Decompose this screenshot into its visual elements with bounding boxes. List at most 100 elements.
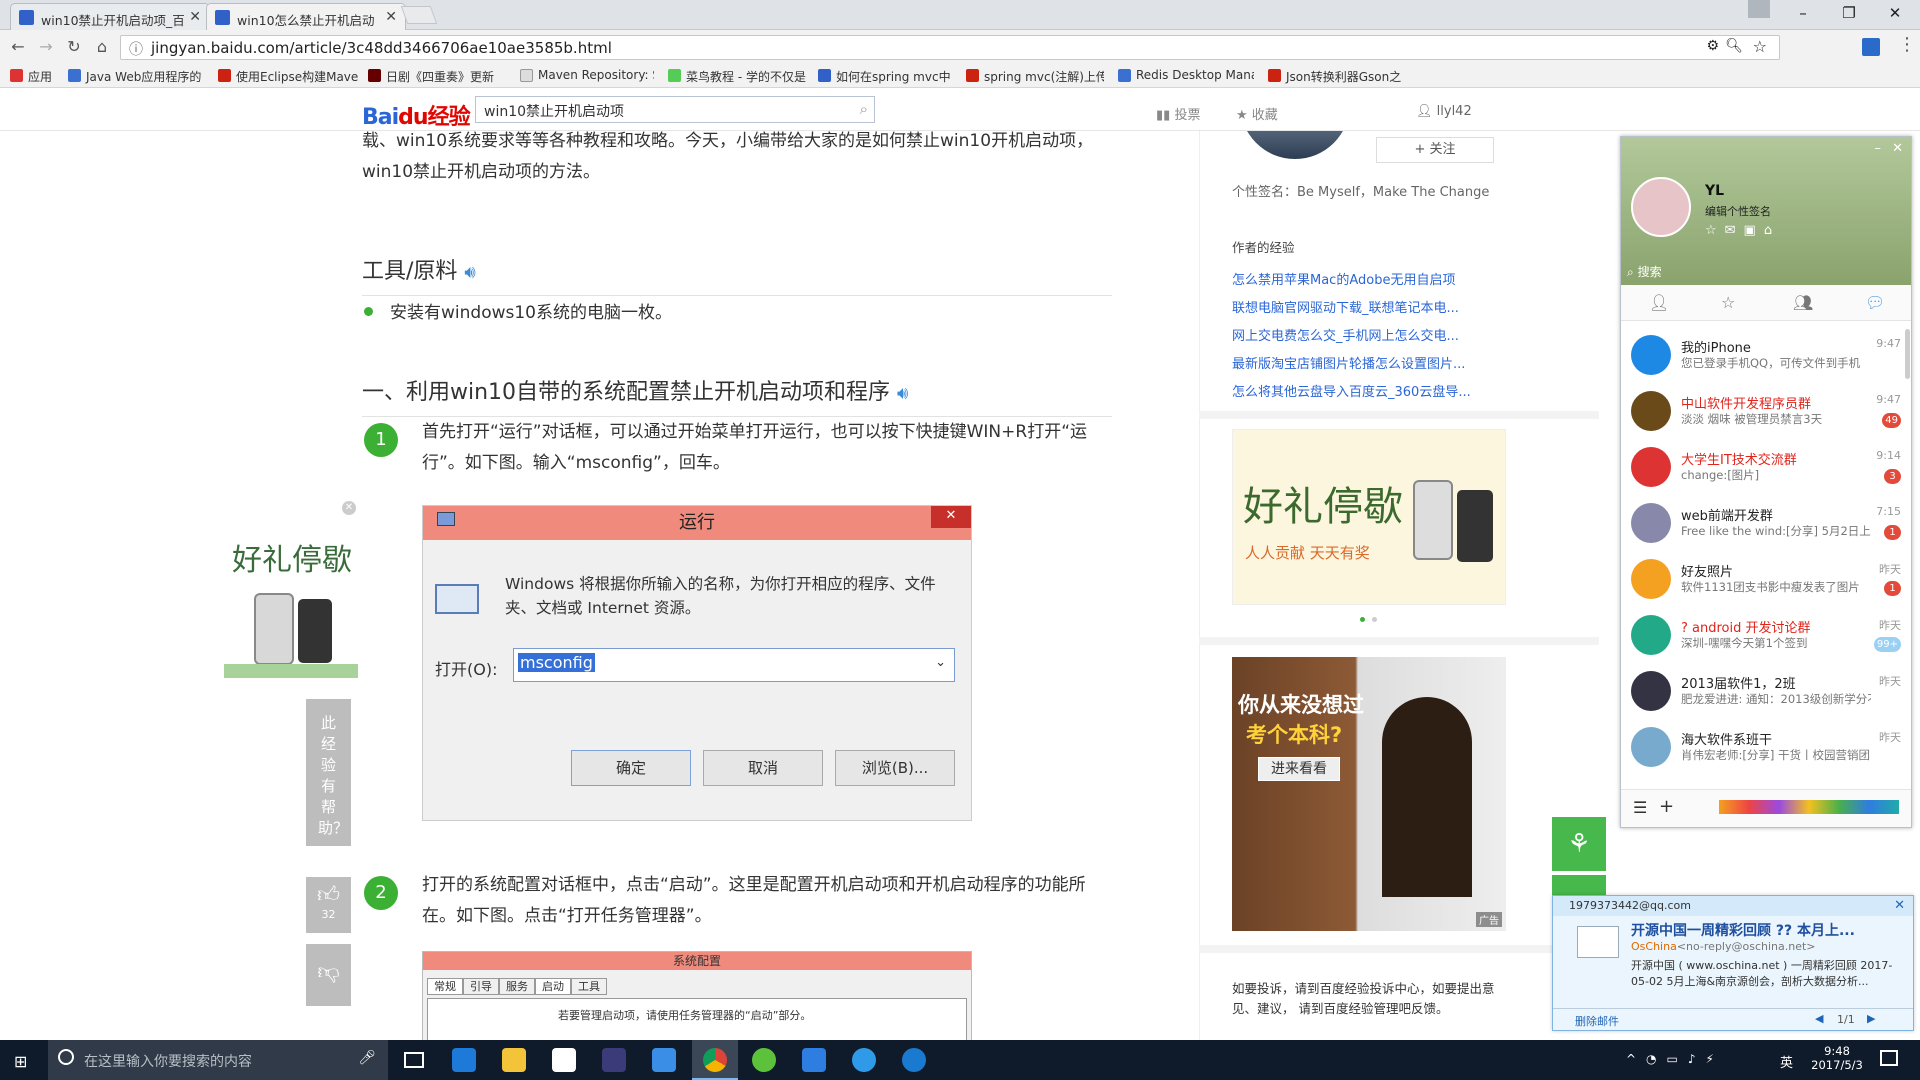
- windows-start-icon[interactable]: ⊞: [14, 1052, 27, 1071]
- qq-signature[interactable]: 编辑个性签名: [1705, 203, 1771, 219]
- author-exp-link[interactable]: 怎么将其他云盘导入百度云_360云盘导...: [1232, 381, 1471, 400]
- qq-chat-row[interactable]: 海大软件系班干 肖伟宏老师:[分享] 干货丨校园营销团 昨天: [1621, 721, 1911, 777]
- bookmark-item[interactable]: spring mvc(注解)上传: [966, 68, 1104, 86]
- qq-scrollbar[interactable]: [1905, 329, 1910, 379]
- author-exp-link[interactable]: 怎么禁用苹果Mac的Adobe无用自启项: [1232, 269, 1455, 288]
- app-shortcuts-icons[interactable]: [1719, 800, 1899, 814]
- carousel-dot-active[interactable]: [1360, 617, 1365, 622]
- browser-tab-1[interactable]: win10禁止开机启动项_百 ✕: [10, 3, 210, 30]
- close-window-button[interactable]: ✕: [1872, 0, 1918, 28]
- qq-chat-row[interactable]: 2013届软件1，2班 肥龙爱进进: 通知：2013级创新学分不够 昨天: [1621, 665, 1911, 721]
- author-exp-link[interactable]: 联想电脑官网驱动下载_联想笔记本电...: [1232, 297, 1459, 316]
- groups-tab-icon[interactable]: 👥︎: [1793, 293, 1813, 312]
- contacts-tab-icon[interactable]: 👤︎: [1649, 293, 1669, 312]
- profile-icon[interactable]: [1748, 0, 1770, 18]
- qq-chat-row[interactable]: 我的iPhone 您已登录手机QQ，可传文件到手机 9:47: [1621, 329, 1911, 385]
- address-bar[interactable]: ⓘ jingyan.baidu.com/article/3c48dd346670…: [120, 35, 1780, 60]
- edge-icon[interactable]: [452, 1048, 476, 1072]
- speaker-icon[interactable]: 🔊︎: [464, 262, 475, 283]
- thumbs-down-icon[interactable]: 👎︎: [306, 944, 351, 1006]
- qq-nickname[interactable]: YL: [1705, 183, 1724, 199]
- system-tray-icons[interactable]: ^◔▭♪⚡: [1626, 1052, 1724, 1066]
- bookmark-item[interactable]: Json转换利器Gson之: [1268, 68, 1404, 86]
- extension-icon[interactable]: ⚙: [1706, 38, 1719, 54]
- bookmark-item[interactable]: 菜鸟教程 - 学的不仅是: [668, 68, 806, 86]
- author-exp-link[interactable]: 网上交电费怎么交_手机网上怎么交电...: [1232, 325, 1459, 344]
- sidebar-ad-1[interactable]: 好礼停歇 人人贡献 天天有奖: [1232, 429, 1506, 605]
- ad-2-button[interactable]: 进来看看: [1258, 757, 1340, 781]
- bookmark-apps[interactable]: 应用: [10, 68, 60, 86]
- taskbar-search[interactable]: 在这里输入你要搜索的内容 🎤︎: [48, 1040, 388, 1080]
- app-icon[interactable]: [652, 1048, 676, 1072]
- baidu-jingyan-logo[interactable]: Baidu经验: [362, 99, 471, 131]
- microphone-icon[interactable]: 🎤︎: [358, 1050, 376, 1066]
- messages-tab-icon[interactable]: 💬︎: [1865, 293, 1885, 312]
- bookmark-item[interactable]: 日剧《四重奏》更新: [368, 68, 502, 86]
- qq-chat-row[interactable]: 大学生IT技术交流群 change:[图片] 9:14 3: [1621, 441, 1911, 497]
- next-icon[interactable]: ▶: [1867, 1012, 1875, 1025]
- home-icon[interactable]: ⌂: [90, 36, 114, 58]
- bookmark-item[interactable]: Maven Repository: S: [520, 68, 654, 86]
- zoom-icon[interactable]: 🔍︎: [1725, 38, 1743, 54]
- app-icon[interactable]: [802, 1048, 826, 1072]
- qq-minimize-icon[interactable]: –: [1875, 141, 1882, 156]
- vote-link[interactable]: ▮▮ 投票: [1156, 104, 1200, 123]
- close-tab-icon[interactable]: ✕: [385, 9, 397, 25]
- like-button[interactable]: 👍︎ 32: [306, 877, 351, 933]
- new-tab-button[interactable]: [400, 6, 438, 24]
- notif-close-icon[interactable]: ✕: [1894, 898, 1905, 913]
- qq-chat-row[interactable]: 好友照片 软件1131团支书影中瘦发表了图片 昨天 1: [1621, 553, 1911, 609]
- bookmark-item[interactable]: 如何在spring mvc中: [818, 68, 954, 86]
- qq-status-icons[interactable]: ☆✉▣⌂: [1705, 223, 1780, 238]
- site-search-input[interactable]: win10禁止开机启动项 ⌕: [475, 96, 875, 123]
- file-explorer-icon[interactable]: [502, 1048, 526, 1072]
- qq-chat-row[interactable]: web前端开发群 Free like the wind:[分享] 5月2日上午 7:…: [1621, 497, 1911, 553]
- close-tab-icon[interactable]: ✕: [189, 9, 201, 25]
- bookmark-star-icon[interactable]: ☆: [1753, 37, 1767, 56]
- favorite-link[interactable]: ★ 收藏: [1236, 104, 1278, 123]
- author-exp-link[interactable]: 最新版淘宝店铺图片轮播怎么设置图片...: [1232, 353, 1465, 372]
- menu-icon[interactable]: ⋮: [1898, 34, 1916, 55]
- qq-chat-row[interactable]: 中山软件开发程序员群 淡淡 烟味 被管理员禁言3天 9:47 49: [1621, 385, 1911, 441]
- qq-chat-row[interactable]: ? android 开发讨论群 深圳-嘿嘿今天第1个签到 昨天 99+: [1621, 609, 1911, 665]
- prev-icon[interactable]: ◀: [1815, 1012, 1823, 1025]
- minimize-button[interactable]: –: [1780, 0, 1826, 28]
- forward-icon[interactable]: →: [34, 36, 58, 58]
- ime-indicator[interactable]: 英: [1780, 1052, 1793, 1071]
- task-view-icon[interactable]: [404, 1052, 424, 1068]
- info-icon[interactable]: ⓘ: [129, 39, 143, 59]
- close-ad-icon[interactable]: ✕: [342, 501, 356, 515]
- qq-icon[interactable]: [852, 1048, 876, 1072]
- mail-notification[interactable]: 1979373442@qq.com ✕ 开源中国一周精彩回顾 ?? 本月上...…: [1552, 895, 1914, 1031]
- share-icon[interactable]: ⚘: [1552, 817, 1606, 871]
- reload-icon[interactable]: ↻: [62, 36, 86, 58]
- notif-subject[interactable]: 开源中国一周精彩回顾 ?? 本月上...: [1631, 920, 1855, 940]
- delete-mail-link[interactable]: 删除邮件: [1575, 1013, 1619, 1029]
- favorites-tab-icon[interactable]: ☆: [1721, 293, 1735, 312]
- store-icon[interactable]: [552, 1048, 576, 1072]
- follow-button[interactable]: + 关注: [1376, 137, 1494, 163]
- bookmark-item[interactable]: Java Web应用程序的: [68, 68, 206, 86]
- user-link[interactable]: 👤︎ llyl42: [1416, 104, 1472, 119]
- speaker-icon[interactable]: 🔊︎: [897, 383, 908, 404]
- extension-button-icon[interactable]: [1862, 38, 1880, 56]
- add-icon[interactable]: +: [1659, 796, 1674, 817]
- floating-ad[interactable]: 好礼停歇: [224, 495, 358, 678]
- maximize-button[interactable]: ❐: [1826, 0, 1872, 28]
- qq-close-icon[interactable]: ✕: [1892, 141, 1903, 156]
- carousel-dot[interactable]: [1372, 617, 1377, 622]
- clock[interactable]: 9:48 2017/5/3: [1802, 1044, 1872, 1072]
- back-icon[interactable]: ←: [6, 36, 30, 58]
- qq-avatar[interactable]: [1631, 177, 1691, 237]
- eclipse-icon[interactable]: [602, 1048, 626, 1072]
- chrome-taskbar-button[interactable]: [692, 1040, 738, 1080]
- qq-search[interactable]: ⌕ 搜索: [1627, 263, 1662, 280]
- search-icon[interactable]: ⌕: [860, 100, 868, 118]
- bookmark-item[interactable]: 使用Eclipse构建Mave: [218, 68, 358, 86]
- sidebar-ad-2[interactable]: 你从来没想过 考个本科? 进来看看 广告: [1232, 657, 1506, 931]
- app-icon[interactable]: [752, 1048, 776, 1072]
- browser-tab-2[interactable]: win10怎么禁止开机启动 ✕: [206, 3, 406, 30]
- media-player-icon[interactable]: [902, 1048, 926, 1072]
- bookmark-item[interactable]: Redis Desktop Mana: [1118, 68, 1254, 86]
- main-menu-icon[interactable]: ☰: [1633, 798, 1647, 817]
